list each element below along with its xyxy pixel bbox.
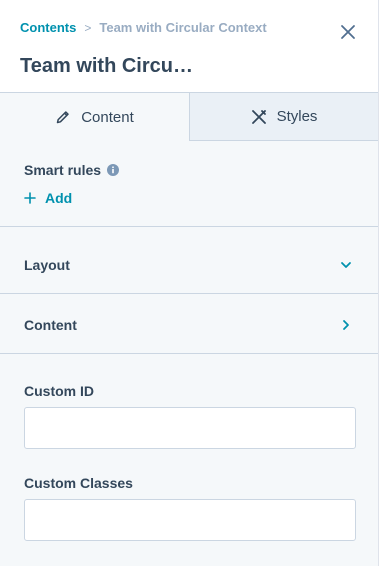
breadcrumb-current: Team with Circular Context bbox=[99, 20, 267, 35]
chevron-down-icon bbox=[341, 261, 351, 268]
breadcrumb-root-link[interactable]: Contents bbox=[20, 20, 76, 35]
smart-rules-label: Smart rules bbox=[24, 162, 102, 178]
close-button[interactable] bbox=[338, 22, 358, 42]
add-smart-rule-button[interactable]: Add bbox=[24, 190, 72, 206]
section-content-label: Content bbox=[24, 316, 77, 333]
pencil-icon bbox=[56, 111, 69, 124]
section-layout[interactable]: Layout bbox=[0, 235, 378, 294]
close-icon bbox=[341, 25, 355, 39]
page-title: Team with Circu… bbox=[20, 55, 193, 77]
tab-content[interactable]: Content bbox=[0, 93, 190, 141]
breadcrumb-separator: > bbox=[84, 20, 92, 35]
tab-bar: Content Styles bbox=[0, 93, 378, 141]
smart-rules-section: Smart rules Add bbox=[24, 162, 120, 206]
tab-styles[interactable]: Styles bbox=[190, 93, 378, 141]
custom-classes-field[interactable] bbox=[24, 499, 356, 541]
tab-styles-label: Styles bbox=[276, 108, 318, 125]
panel-header: Contents > Team with Circular Context Te… bbox=[0, 0, 378, 93]
divider bbox=[0, 226, 378, 227]
add-label: Add bbox=[45, 190, 73, 206]
section-content[interactable]: Content bbox=[0, 295, 378, 354]
plus-icon bbox=[24, 192, 36, 204]
brush-icon bbox=[251, 109, 266, 124]
chevron-right-icon bbox=[343, 319, 349, 330]
smart-rules-heading: Smart rules bbox=[24, 162, 120, 178]
custom-classes-label: Custom Classes bbox=[24, 475, 133, 491]
breadcrumb: Contents > Team with Circular Context bbox=[20, 20, 267, 35]
custom-id-label: Custom ID bbox=[24, 383, 94, 399]
divider bbox=[0, 293, 378, 294]
info-icon[interactable] bbox=[107, 164, 120, 176]
divider bbox=[0, 353, 378, 354]
custom-id-field[interactable] bbox=[24, 407, 356, 449]
tab-content-label: Content bbox=[81, 108, 134, 126]
section-layout-label: Layout bbox=[24, 256, 70, 273]
sidebar-panel: Contents > Team with Circular Context Te… bbox=[0, 0, 379, 566]
